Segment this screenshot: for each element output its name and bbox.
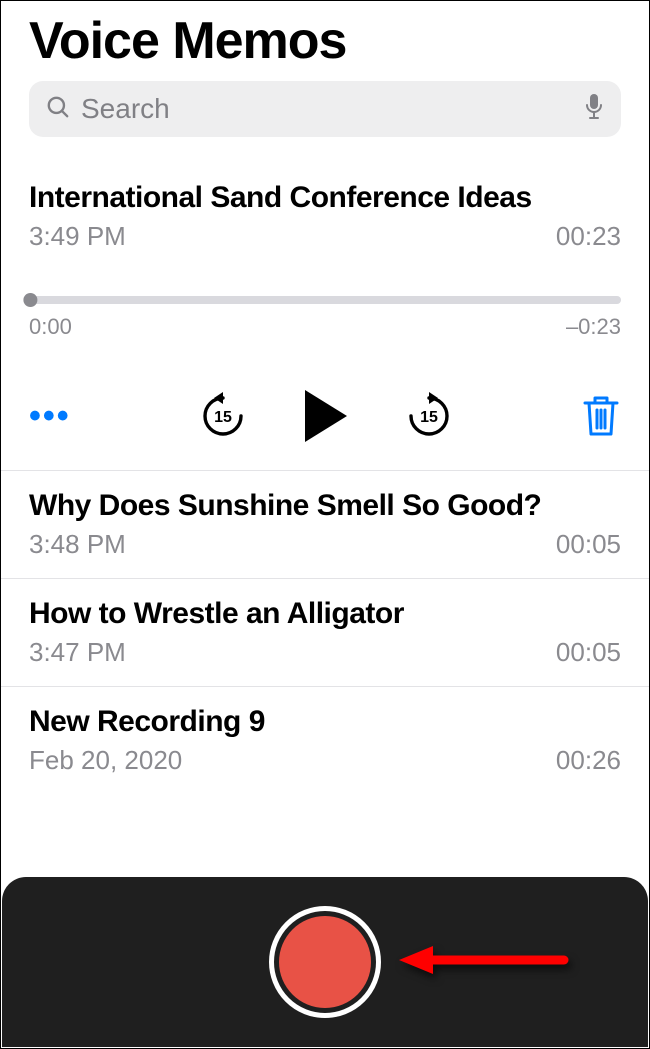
- memo-item[interactable]: New Recording 9 Feb 20, 2020 00:26: [1, 687, 649, 794]
- record-icon: [279, 916, 371, 1008]
- playback-scrubber[interactable]: [29, 296, 621, 304]
- memo-duration: 00:23: [556, 221, 621, 252]
- memo-title: International Sand Conference Ideas: [29, 181, 621, 215]
- skip-back-15-button[interactable]: 15: [199, 392, 247, 440]
- more-options-button[interactable]: •••: [29, 397, 71, 436]
- memo-time: 3:49 PM: [29, 221, 126, 252]
- search-icon: [45, 94, 71, 125]
- memo-item[interactable]: How to Wrestle an Alligator 3:47 PM 00:0…: [1, 579, 649, 687]
- svg-text:15: 15: [420, 409, 438, 426]
- scrub-elapsed: 0:00: [29, 314, 72, 340]
- memo-duration: 00:05: [556, 637, 621, 668]
- memo-time: 3:47 PM: [29, 637, 126, 668]
- memo-duration: 00:26: [556, 745, 621, 776]
- skip-forward-15-button[interactable]: 15: [405, 392, 453, 440]
- memo-item-expanded[interactable]: International Sand Conference Ideas 3:49…: [1, 163, 649, 471]
- memo-title: Why Does Sunshine Smell So Good?: [29, 489, 621, 523]
- scrubber-knob[interactable]: [23, 293, 37, 307]
- dictation-icon[interactable]: [583, 93, 605, 126]
- scrub-remaining: –0:23: [566, 314, 621, 340]
- memo-time: 3:48 PM: [29, 529, 126, 560]
- search-field[interactable]: [29, 81, 621, 137]
- delete-button[interactable]: [581, 394, 621, 438]
- memo-title: New Recording 9: [29, 705, 621, 739]
- memo-duration: 00:05: [556, 529, 621, 560]
- header: Voice Memos: [1, 1, 649, 71]
- memo-time: Feb 20, 2020: [29, 745, 182, 776]
- memo-item[interactable]: Why Does Sunshine Smell So Good? 3:48 PM…: [1, 471, 649, 579]
- play-button[interactable]: [301, 388, 351, 444]
- svg-text:15: 15: [214, 409, 232, 426]
- search-input[interactable]: [81, 93, 583, 125]
- record-button[interactable]: [269, 906, 381, 1018]
- record-bar: [2, 877, 648, 1047]
- page-title: Voice Memos: [29, 11, 621, 71]
- memo-title: How to Wrestle an Alligator: [29, 597, 621, 631]
